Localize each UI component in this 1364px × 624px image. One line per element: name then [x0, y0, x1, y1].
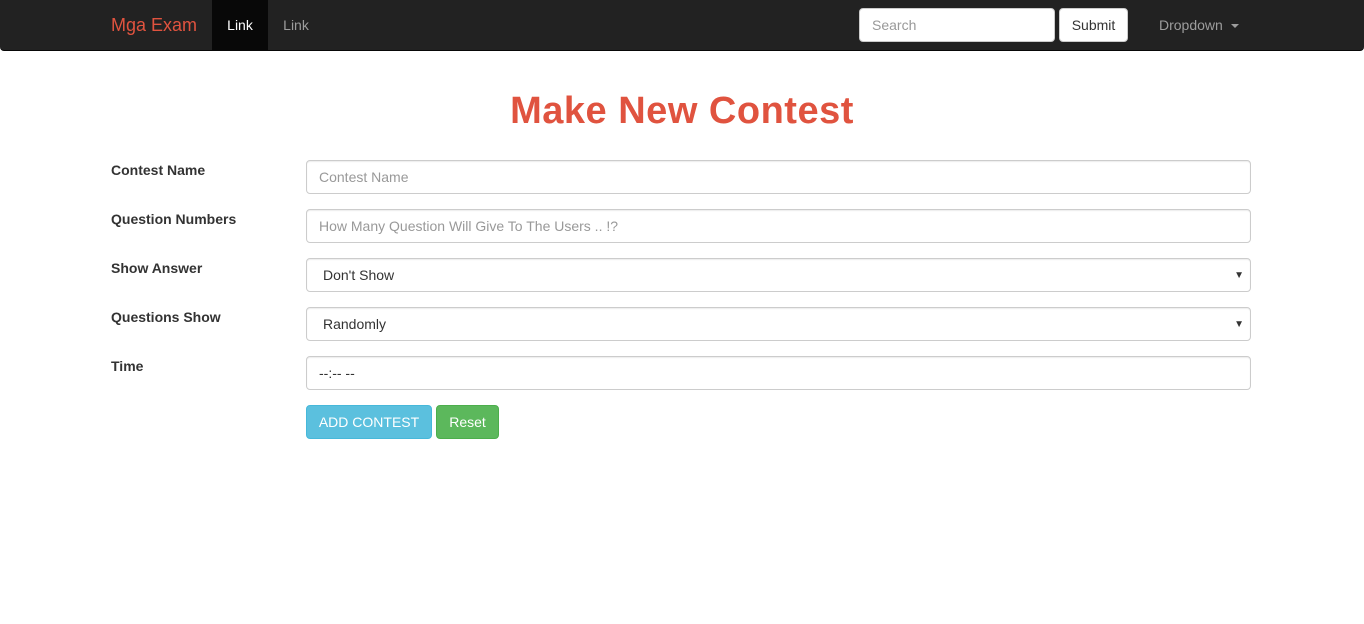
show-answer-label: Show Answer	[111, 260, 203, 276]
contest-name-label: Contest Name	[111, 162, 206, 178]
chevron-down-icon: ▼	[1234, 269, 1244, 281]
brand-link[interactable]: Mga Exam	[111, 14, 197, 36]
questions-show-label: Questions Show	[111, 309, 221, 325]
show-answer-value: Don't Show	[323, 267, 395, 283]
page-title: Make New Contest	[510, 90, 854, 132]
navbar: Mga Exam Link Link Submit Dropdown	[0, 0, 1364, 51]
dropdown-label: Dropdown	[1159, 17, 1223, 33]
dropdown-toggle[interactable]: Dropdown	[1144, 0, 1254, 50]
submit-button[interactable]: Submit	[1059, 8, 1128, 42]
add-contest-button[interactable]: ADD CONTEST	[306, 405, 432, 439]
questions-show-value: Randomly	[323, 316, 387, 332]
question-numbers-input[interactable]	[306, 209, 1251, 243]
questions-show-select[interactable]: Randomly ▼	[306, 307, 1251, 341]
contest-name-input[interactable]	[306, 160, 1251, 194]
search-input[interactable]	[859, 8, 1055, 42]
time-input[interactable]: --:-- --	[306, 356, 1251, 390]
question-numbers-label: Question Numbers	[111, 211, 237, 227]
chevron-down-icon: ▼	[1234, 318, 1244, 330]
nav-link[interactable]: Link	[268, 0, 324, 50]
reset-button[interactable]: Reset	[436, 405, 499, 439]
time-value: --:-- --	[319, 365, 355, 381]
show-answer-select[interactable]: Don't Show ▼	[306, 258, 1251, 292]
time-label: Time	[111, 358, 144, 374]
caret-down-icon	[1230, 24, 1239, 29]
nav-link-active[interactable]: Link	[212, 0, 268, 50]
